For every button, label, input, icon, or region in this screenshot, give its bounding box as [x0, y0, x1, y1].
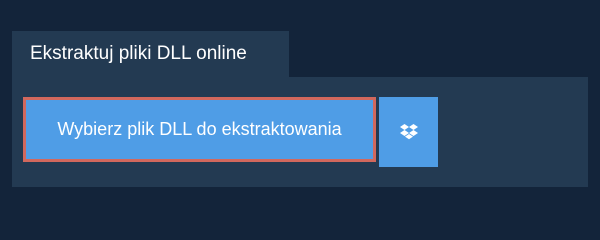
select-dll-file-label: Wybierz plik DLL do ekstraktowania	[57, 119, 342, 139]
tab-label: Ekstraktuj pliki DLL online	[30, 43, 247, 64]
select-dll-file-button[interactable]: Wybierz plik DLL do ekstraktowania	[23, 97, 376, 162]
tab-extract-dll[interactable]: Ekstraktuj pliki DLL online	[12, 31, 289, 77]
dropbox-icon	[399, 124, 418, 140]
dropbox-button[interactable]	[379, 97, 438, 167]
upload-panel: Wybierz plik DLL do ekstraktowania	[12, 77, 588, 187]
